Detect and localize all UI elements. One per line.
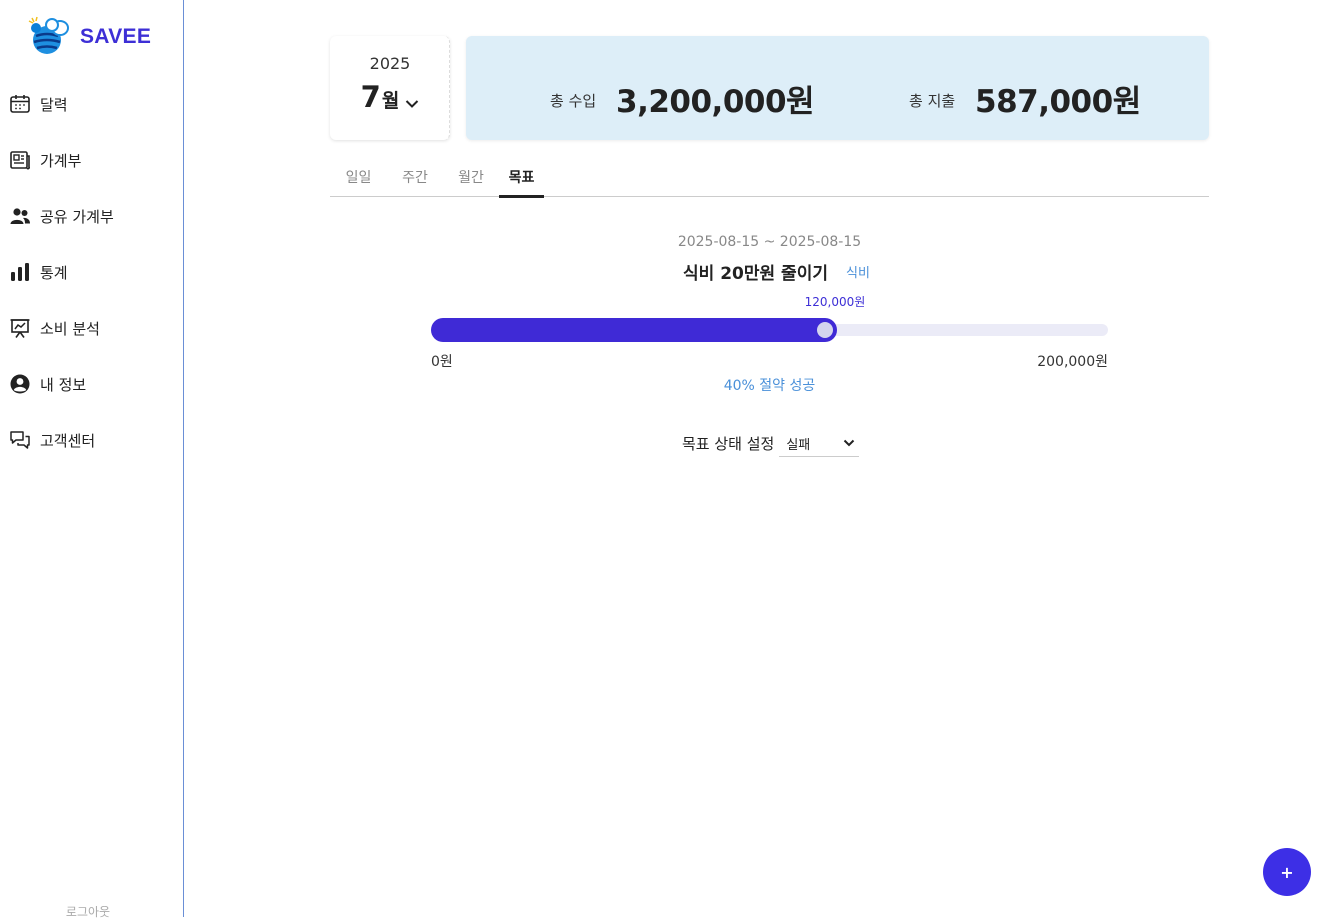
progress-max-label: 200,000원 xyxy=(1037,354,1108,370)
sidebar-item-shared-ledger[interactable]: 공유 가계부 xyxy=(0,188,183,244)
goal-state-value: 실패 xyxy=(786,437,811,453)
app-name: SAVEE xyxy=(80,25,152,48)
sidebar-item-label: 고객센터 xyxy=(40,431,96,450)
logout-link[interactable]: 로그아웃 xyxy=(0,903,176,920)
sidebar-item-ledger[interactable]: 가계부 xyxy=(0,132,183,188)
month-selector[interactable]: 2025 7 월 xyxy=(330,36,450,140)
sidebar-item-label: 가계부 xyxy=(40,151,82,170)
add-button[interactable]: + xyxy=(1263,848,1311,896)
month-display[interactable]: 7 월 xyxy=(330,80,450,114)
sidebar-nav: 달력 가계부 공유 가계부 통계 소비 분석 내 정보 고객센터 xyxy=(0,76,183,468)
sidebar: SAVEE 달력 가계부 공유 가계부 통계 소비 분석 내 정보 고객센터 로… xyxy=(0,0,184,920)
progress-min-label: 0원 xyxy=(431,354,453,370)
month-number: 7 xyxy=(360,80,381,114)
bar-chart-icon xyxy=(9,261,31,283)
tab-goal[interactable]: 목표 xyxy=(499,158,544,198)
month-unit: 월 xyxy=(381,90,400,112)
sidebar-item-my-info[interactable]: 내 정보 xyxy=(0,356,183,412)
tab-monthly[interactable]: 월간 xyxy=(443,158,499,197)
sidebar-item-label: 소비 분석 xyxy=(40,319,100,338)
summary-card: 총 수입 3,200,000원 총 지출 587,000원 xyxy=(466,36,1209,140)
goal-category: 식비 xyxy=(846,266,870,281)
goal-state-setting: 목표 상태 설정 실패 xyxy=(682,430,860,457)
logo[interactable]: SAVEE xyxy=(26,14,151,60)
chat-icon xyxy=(9,429,31,451)
goal-current-amount: 120,000원 xyxy=(804,295,866,309)
sidebar-item-label: 내 정보 xyxy=(40,375,87,394)
sidebar-item-label: 통계 xyxy=(40,263,68,282)
goal-state-label: 목표 상태 설정 xyxy=(682,435,775,453)
sidebar-item-label: 공유 가계부 xyxy=(40,207,114,226)
tab-weekly[interactable]: 주간 xyxy=(387,158,443,197)
goal-status-text: 40% 절약 성공 xyxy=(723,378,816,394)
sidebar-item-statistics[interactable]: 통계 xyxy=(0,244,183,300)
progress-thumb xyxy=(817,322,833,338)
goal-title: 식비 20만원 줄이기 xyxy=(683,264,828,284)
income-label: 총 수입 xyxy=(550,92,597,110)
sidebar-item-calendar[interactable]: 달력 xyxy=(0,76,183,132)
income-value: 3,200,000원 xyxy=(616,84,815,120)
bee-logo-icon xyxy=(28,16,69,54)
calendar-icon xyxy=(9,93,31,115)
sidebar-item-label: 달력 xyxy=(40,95,68,114)
users-icon xyxy=(9,205,31,227)
goal-date-range: 2025-08-15 ~ 2025-08-15 xyxy=(677,234,862,250)
expense-value: 587,000원 xyxy=(975,84,1141,120)
expense-label: 총 지출 xyxy=(909,92,956,110)
goal-state-select[interactable]: 실패 xyxy=(779,430,860,457)
sidebar-item-spending-analysis[interactable]: 소비 분석 xyxy=(0,300,183,356)
analysis-icon xyxy=(9,317,31,339)
tab-daily[interactable]: 일일 xyxy=(330,158,387,197)
user-circle-icon xyxy=(9,373,31,395)
chevron-down-icon[interactable] xyxy=(405,94,419,113)
sidebar-item-customer-center[interactable]: 고객센터 xyxy=(0,412,183,468)
view-tabs: 일일 주간 월간 목표 xyxy=(330,158,1209,198)
chevron-down-icon xyxy=(843,436,855,451)
ledger-icon xyxy=(9,149,31,171)
year-label: 2025 xyxy=(369,54,411,73)
progress-fill xyxy=(431,318,837,342)
